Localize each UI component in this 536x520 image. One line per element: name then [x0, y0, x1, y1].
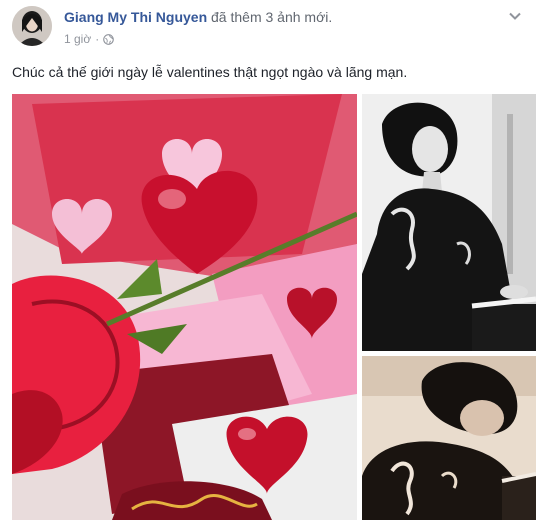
post-action: đã thêm 3 ảnh mới. — [211, 9, 333, 25]
author-name[interactable]: Giang My Thi Nguyen — [64, 9, 207, 25]
post-message: Chúc cả thế giới ngày lễ valentines thật… — [12, 64, 408, 80]
photo-woman-piano-sepia[interactable] — [362, 356, 536, 520]
post-timestamp[interactable]: 1 giờ — [64, 32, 91, 46]
globe-icon[interactable] — [103, 33, 115, 45]
photo-grid — [12, 94, 536, 520]
chevron-down-icon — [509, 12, 521, 20]
post-header: Giang My Thi Nguyen đã thêm 3 ảnh mới. 1… — [12, 6, 532, 54]
author-line: Giang My Thi Nguyen đã thêm 3 ảnh mới. — [64, 9, 332, 25]
valentine-hearts-rose-photo — [12, 94, 357, 520]
photo-valentine-hearts[interactable] — [12, 94, 357, 520]
post-meta: 1 giờ · — [64, 32, 115, 46]
woman-at-piano-bw-photo — [362, 94, 536, 351]
woman-at-piano-sepia-photo — [362, 356, 536, 520]
meta-separator: · — [95, 32, 100, 46]
profile-picture-icon — [12, 6, 52, 46]
facebook-post: Giang My Thi Nguyen đã thêm 3 ảnh mới. 1… — [0, 0, 536, 520]
photo-woman-piano-bw[interactable] — [362, 94, 536, 351]
avatar[interactable] — [12, 6, 52, 46]
post-options-button[interactable] — [504, 8, 526, 24]
